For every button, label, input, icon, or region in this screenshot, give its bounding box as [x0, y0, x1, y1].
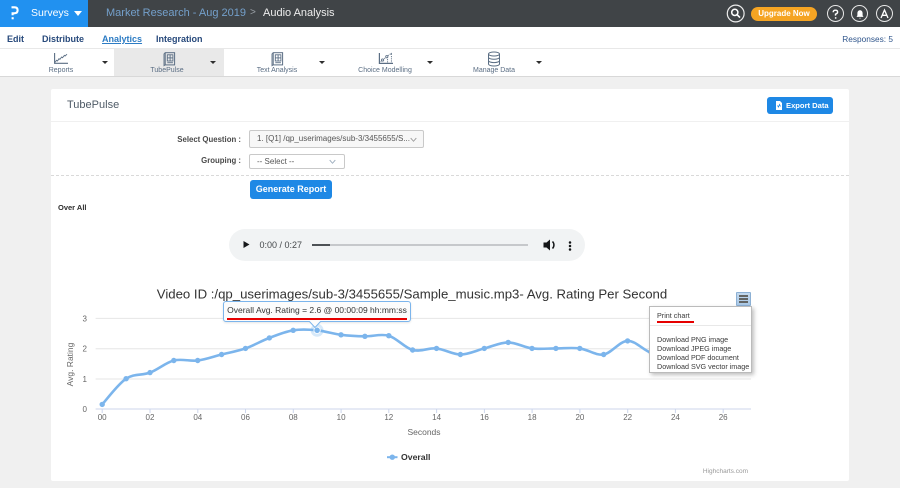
- svg-text:22: 22: [623, 413, 632, 422]
- svg-text:2: 2: [83, 345, 88, 354]
- svg-text:14: 14: [432, 413, 441, 422]
- svg-text:02: 02: [146, 413, 155, 422]
- svg-text:1: 1: [83, 375, 88, 384]
- svg-text:0: 0: [83, 405, 88, 414]
- svg-text:3: 3: [83, 314, 88, 323]
- svg-text:00: 00: [98, 413, 107, 422]
- svg-text:Overall: Overall: [401, 452, 430, 462]
- svg-text:06: 06: [241, 413, 250, 422]
- svg-text:12: 12: [384, 413, 393, 422]
- svg-text:16: 16: [480, 413, 489, 422]
- svg-text:Seconds: Seconds: [407, 427, 440, 437]
- svg-text:10: 10: [337, 413, 346, 422]
- svg-text:20: 20: [575, 413, 584, 422]
- svg-text:24: 24: [671, 413, 680, 422]
- svg-text:Video ID :/qp_userimages/sub-3: Video ID :/qp_userimages/sub-3/3455655/S…: [157, 287, 667, 302]
- svg-text:18: 18: [528, 413, 537, 422]
- svg-text:04: 04: [193, 413, 202, 422]
- svg-text:Avg. Rating: Avg. Rating: [65, 342, 75, 386]
- svg-text:26: 26: [719, 413, 728, 422]
- svg-text:Highcharts.com: Highcharts.com: [703, 468, 748, 475]
- svg-text:08: 08: [289, 413, 298, 422]
